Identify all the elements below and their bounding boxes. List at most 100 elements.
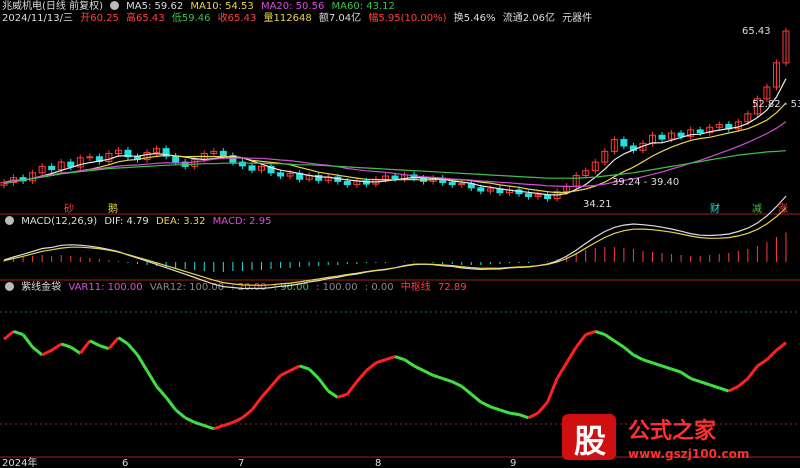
mid-line-seg [3,330,15,341]
macd-dif-line [3,195,787,290]
mid-line-seg [460,385,473,396]
high-mark: 65.43 [742,26,771,37]
mid-line-seg [89,339,101,347]
candle-body [67,161,75,168]
mid-line-seg [509,411,520,417]
mid-line-seg [622,345,635,357]
mid-line-seg [480,400,492,409]
mid-line-seg [79,339,92,355]
mid-line-seg [164,396,177,411]
mid-line-seg [642,358,653,365]
candle-body [48,165,56,171]
mid-line-seg [299,364,310,371]
signal-c: 财 [710,202,720,215]
logo-glyph: 股 [574,422,606,460]
mid-line-seg [337,392,348,399]
mid-line-seg [269,374,282,388]
mid-line-seg [575,333,587,349]
mid-line-seg [13,329,24,336]
candle-body [391,175,399,180]
mid-line-seg [671,367,682,374]
mid-line-seg [489,405,501,412]
mid-line-seg [375,358,386,365]
mid-line-seg [403,358,415,368]
mid-line-seg [718,386,730,393]
signal-d: 减 [752,203,762,215]
mid-line-seg [746,365,759,380]
candle-body [658,134,666,140]
mid-line-seg [232,416,244,424]
x-tick-0: 2024年 [2,456,37,468]
logo-main: 公式之家 [628,418,717,444]
mid-line-seg [728,385,739,393]
candle-body [219,150,227,157]
mid-line-seg [451,380,463,388]
mid-line-seg [632,353,644,362]
mid-line-seg [365,361,377,372]
candle-body [620,139,628,147]
mid-line-seg [765,349,778,361]
mid-line-seg [98,344,110,351]
mid-line-seg [499,408,510,415]
mid-line-seg [194,421,205,428]
range-b: 52.82 - 53.1 [752,99,800,110]
mid-line-seg [613,339,625,349]
x-tick-2: 7 [238,458,244,468]
mid-line-seg [69,345,82,355]
mid-line-seg [327,389,339,399]
mid-line-seg [279,369,291,377]
mid-line-seg [737,377,749,388]
logo-url: www.gszj100.com [628,447,749,461]
kline-chart[interactable]: 65.43 34.21 39.24 - 39.40 52.82 - 53.1 砂… [0,0,800,468]
x-tick-4: 9 [510,458,516,468]
mid-line-seg [31,345,44,357]
mid-line-seg [107,336,120,350]
candle-body [248,165,256,171]
mid-line-seg [680,370,692,380]
candle-body [477,187,485,192]
macd-dea-line [3,207,787,286]
mid-line-seg [213,424,224,431]
x-tick-3: 8 [375,458,381,468]
low-mark: 34.21 [583,199,612,210]
mid-line-seg [308,368,320,380]
candle-body [696,129,704,134]
mid-line-seg [203,424,215,431]
mid-line-seg [145,369,158,388]
mid-line-seg [594,329,606,336]
mid-line-seg [250,396,263,411]
mid-line-seg [709,383,720,390]
mid-line-seg [536,401,549,415]
mid-line-seg [470,393,482,404]
mid-line-seg [355,369,368,383]
mid-line-seg [41,348,53,357]
mid-line-seg [184,416,196,424]
mid-line-seg [585,329,596,336]
mid-line-seg [775,341,787,352]
mid-line-seg [442,377,453,384]
mid-line-seg [422,369,434,377]
mid-line-seg [432,373,444,380]
mid-line-seg [546,377,559,403]
signal-a: 砂 [64,202,74,215]
mid-line-seg [117,336,129,346]
mid-line-seg [384,355,396,362]
mid-line-seg [756,358,768,368]
candle-body [343,180,351,186]
candle-body [525,193,533,197]
candle-body [677,132,685,137]
signal-b: 鹅 [108,202,118,215]
candle-body [277,172,285,177]
mid-line-seg [603,333,616,343]
mid-line-seg [413,364,425,372]
signal-e: 涨 [778,203,788,215]
mid-line-seg [289,364,301,372]
mid-line-seg [346,380,359,396]
mid-line-seg [260,385,273,399]
mid-line-seg [126,342,139,356]
mid-line-seg [136,354,149,372]
x-tick-1: 6 [122,458,128,468]
mid-line-seg [518,413,529,420]
mid-line-seg [565,346,578,364]
candle-body [448,181,456,186]
